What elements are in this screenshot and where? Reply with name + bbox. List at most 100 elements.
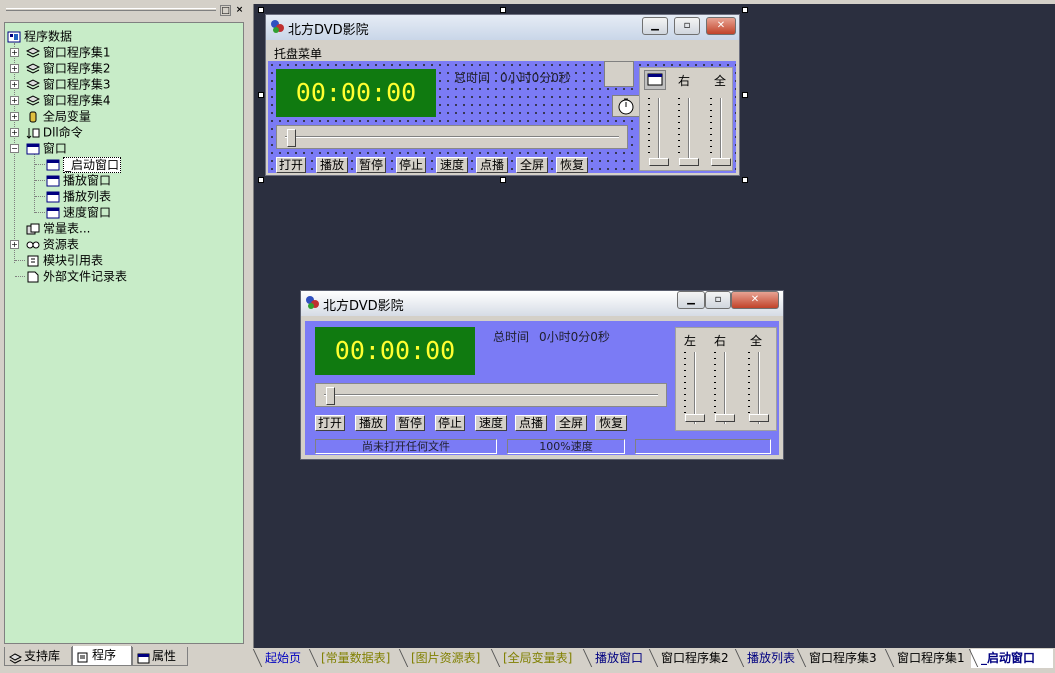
volume-ticks: [678, 98, 680, 158]
control-button[interactable]: 全屏: [555, 415, 587, 431]
tree-item-class2[interactable]: + 窗口程序集2: [10, 60, 110, 76]
panel-grip[interactable]: [6, 8, 216, 11]
volume-thumb-all[interactable]: [711, 158, 731, 166]
progress-slider[interactable]: [276, 125, 628, 149]
document-tab[interactable]: [全局变量表]: [493, 649, 583, 668]
tree-item-resources[interactable]: + 资源表: [10, 236, 79, 252]
design-window-titlebar[interactable]: 北方DVD影院 ▁ ▫ ✕: [266, 15, 739, 40]
control-button[interactable]: 停止: [396, 157, 426, 173]
volume-thumb-left[interactable]: [685, 414, 705, 422]
tab-properties[interactable]: 属性: [132, 647, 188, 666]
expand-icon[interactable]: +: [10, 240, 19, 249]
control-button[interactable]: 恢复: [556, 157, 588, 173]
timer-control[interactable]: [612, 95, 640, 117]
control-button[interactable]: 播放: [316, 157, 348, 173]
tree-item-label: 窗口程序集1: [42, 45, 111, 60]
panel-close-button[interactable]: ×: [234, 5, 245, 16]
control-button[interactable]: 打开: [315, 415, 345, 431]
panel-restore-button[interactable]: □: [220, 5, 231, 16]
tree-item-external-files[interactable]: 外部文件记录表: [26, 268, 127, 284]
close-button[interactable]: ✕: [731, 291, 779, 309]
progress-slider[interactable]: [315, 383, 667, 407]
document-tab[interactable]: 起始页: [255, 649, 309, 668]
tree-item-class4[interactable]: + 窗口程序集4: [10, 92, 110, 108]
preview-window[interactable]: 北方DVD影院 ▁ ▫ ✕ 00:00:00 总时间 0小时0分0秒 打开 播放暂…: [300, 290, 784, 460]
design-window[interactable]: 北方DVD影院 ▁ ▫ ✕ 托盘菜单 00:00:00 总时间 0小时0分0秒 …: [265, 14, 740, 176]
time-display: 00:00:00: [315, 327, 475, 375]
tray-menu[interactable]: 托盘菜单: [274, 45, 322, 62]
control-button[interactable]: 全屏: [516, 157, 548, 173]
volume-thumb-all[interactable]: [749, 414, 769, 422]
document-tab[interactable]: 窗口程序集1: [887, 649, 969, 668]
document-tab[interactable]: 窗口程序集3: [799, 649, 885, 668]
tree-item-class3[interactable]: + 窗口程序集3: [10, 76, 110, 92]
resize-handle[interactable]: [742, 7, 748, 13]
expand-icon[interactable]: +: [10, 64, 19, 73]
volume-thumb-left[interactable]: [649, 158, 669, 166]
resize-handle[interactable]: [742, 92, 748, 98]
maximize-button[interactable]: ▫: [705, 291, 731, 309]
volume-panel-icon[interactable]: [644, 70, 666, 90]
tab-label: 支持库: [24, 649, 61, 663]
tree-item-play-window[interactable]: 播放窗口: [46, 172, 111, 188]
tree-item-class1[interactable]: + 窗口程序集1: [10, 44, 110, 60]
resize-handle[interactable]: [258, 92, 264, 98]
collapse-icon[interactable]: −: [10, 144, 19, 153]
expand-icon[interactable]: +: [10, 80, 19, 89]
control-button[interactable]: 暂停: [356, 157, 386, 173]
expand-icon[interactable]: +: [10, 48, 19, 57]
control-button[interactable]: 播放: [355, 415, 387, 431]
tree-item-label: 窗口程序集3: [42, 77, 111, 92]
control-button[interactable]: 恢复: [595, 415, 627, 431]
status-speed: 100%速度: [507, 439, 625, 454]
tree-item-playlist[interactable]: 播放列表: [46, 188, 111, 204]
tree-item-dll[interactable]: + Dll命令: [10, 124, 83, 140]
document-tab[interactable]: _启动窗口: [971, 649, 1053, 668]
tray-control[interactable]: [604, 61, 634, 87]
right-channel-label: 右: [678, 74, 691, 88]
tab-libraries[interactable]: 支持库: [4, 647, 72, 666]
resize-handle[interactable]: [500, 177, 506, 183]
expand-icon[interactable]: +: [10, 96, 19, 105]
volume-ticks: [684, 352, 686, 418]
tree-root[interactable]: 程序数据: [7, 28, 72, 44]
control-button[interactable]: 停止: [435, 415, 465, 431]
minimize-button[interactable]: ▁: [677, 291, 705, 309]
resize-handle[interactable]: [500, 7, 506, 13]
control-button[interactable]: 点播: [476, 157, 508, 173]
slider-thumb[interactable]: [287, 129, 296, 147]
resize-handle[interactable]: [742, 177, 748, 183]
control-button[interactable]: 打开: [276, 157, 306, 173]
tree-item-globals[interactable]: + 全局变量: [10, 108, 91, 124]
volume-thumb-right[interactable]: [715, 414, 735, 422]
expand-icon[interactable]: +: [10, 128, 19, 137]
control-button[interactable]: 速度: [436, 157, 468, 173]
document-tab[interactable]: [常量数据表]: [311, 649, 399, 668]
preview-window-titlebar[interactable]: 北方DVD影院 ▁ ▫ ✕: [301, 291, 783, 316]
volume-ticks: [710, 98, 712, 158]
tree-item-constants[interactable]: 常量表...: [26, 220, 90, 236]
control-button[interactable]: 暂停: [395, 415, 425, 431]
tree-item-windows[interactable]: − 窗口: [10, 140, 67, 156]
document-tab[interactable]: 窗口程序集2: [651, 649, 735, 668]
document-tab[interactable]: 播放列表: [737, 649, 797, 668]
control-button[interactable]: 速度: [475, 415, 507, 431]
minimize-button[interactable]: ▁: [642, 17, 668, 35]
tree-item-start-window[interactable]: _启动窗口: [46, 156, 122, 173]
slider-thumb[interactable]: [326, 387, 335, 405]
resize-handle[interactable]: [258, 7, 264, 13]
resize-handle[interactable]: [258, 177, 264, 183]
document-tab[interactable]: 播放窗口: [585, 649, 649, 668]
volume-thumb-right[interactable]: [679, 158, 699, 166]
expand-icon[interactable]: +: [10, 112, 19, 121]
tab-program[interactable]: 程序: [72, 646, 132, 666]
document-tab[interactable]: [图片资源表]: [401, 649, 491, 668]
tree-item-label: Dll命令: [42, 125, 83, 140]
tree-item-module-refs[interactable]: 模块引用表: [26, 252, 103, 268]
tab-label: 属性: [152, 649, 177, 663]
control-button[interactable]: 点播: [515, 415, 547, 431]
close-button[interactable]: ✕: [706, 17, 736, 35]
volume-ticks: [648, 98, 650, 158]
maximize-button[interactable]: ▫: [674, 17, 700, 35]
tree-item-speed-window[interactable]: 速度窗口: [46, 204, 111, 220]
